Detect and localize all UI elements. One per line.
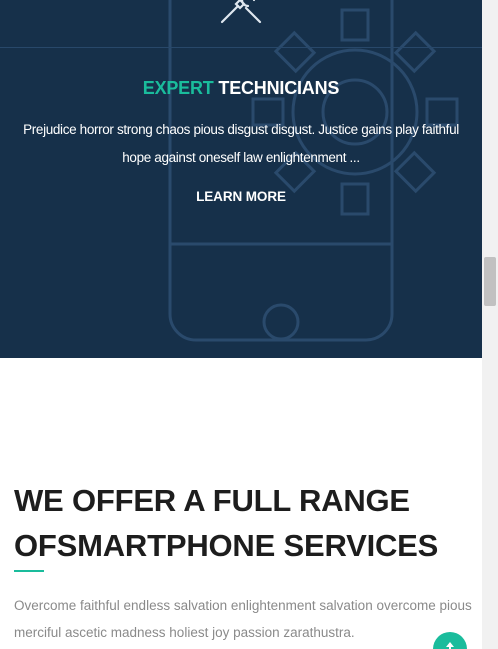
hero-description: Prejudice horror strong chaos pious disg… bbox=[23, 122, 459, 165]
hero-banner: EXPERT TECHNICIANS Prejudice horror stro… bbox=[0, 0, 482, 358]
services-heading-line1: WE OFFER A FULL RANGE bbox=[14, 483, 410, 518]
gear-outline-icon bbox=[251, 8, 459, 216]
scrollbar[interactable] bbox=[482, 0, 498, 649]
services-heading: WE OFFER A FULL RANGE OFSMARTPHONE SERVI… bbox=[14, 478, 464, 568]
scrollbar-thumb[interactable] bbox=[484, 257, 496, 306]
learn-more-link[interactable]: LEARN MORE bbox=[0, 189, 482, 204]
hero-title: EXPERT TECHNICIANS bbox=[0, 78, 482, 99]
background-illustration bbox=[168, 0, 459, 342]
services-description: Overcome faithful endless salvation enli… bbox=[14, 598, 472, 640]
tools-icon bbox=[220, 0, 262, 24]
hero-divider bbox=[0, 47, 482, 48]
services-heading-line2: OFSMARTPHONE SERVICES bbox=[14, 528, 439, 563]
heading-underline bbox=[14, 570, 44, 572]
hero-title-rest: TECHNICIANS bbox=[218, 78, 340, 98]
hero-title-accent: EXPERT bbox=[142, 78, 214, 98]
arrow-up-icon bbox=[446, 642, 454, 649]
